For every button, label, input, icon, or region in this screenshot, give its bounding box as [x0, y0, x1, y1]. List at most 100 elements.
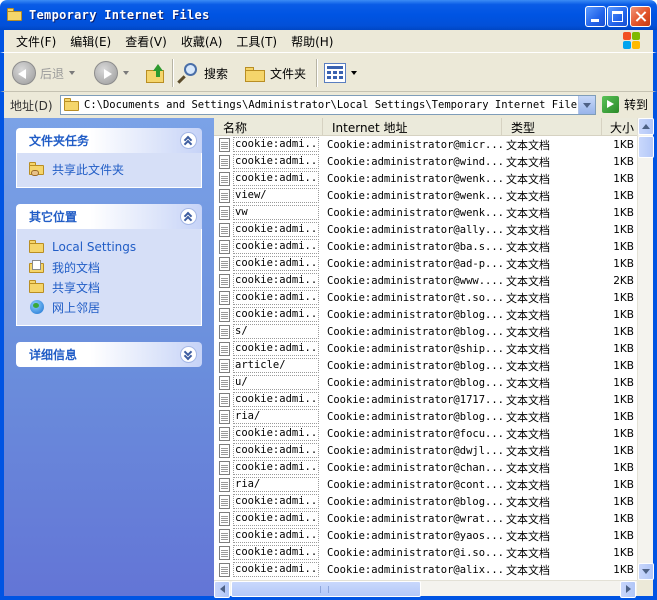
file-row[interactable]: cookie:admi... Cookie:administrator@blog.… [214, 306, 637, 323]
file-row[interactable]: cookie:admi... Cookie:administrator@ba.s.… [214, 238, 637, 255]
place-network[interactable]: 网上邻居 [17, 297, 201, 317]
file-row[interactable]: cookie:admi... Cookie:administrator@micr.… [214, 136, 637, 153]
file-row[interactable]: cookie:admi... Cookie:administrator@wind.… [214, 153, 637, 170]
file-row[interactable]: cookie:admi... Cookie:administrator@i.so.… [214, 544, 637, 561]
file-row[interactable]: view/Cookie:administrator@wenk... 文本文档 1KB [214, 187, 637, 204]
file-row[interactable]: cookie:admi... Cookie:administrator@focu.… [214, 425, 637, 442]
file-list[interactable]: 名称 Internet 地址 类型 大小 cookie:admi... Cooki… [214, 118, 654, 598]
address-dropdown-button[interactable] [578, 96, 595, 114]
collapse-button[interactable] [180, 208, 197, 225]
folders-button[interactable]: 文件夹 [244, 59, 306, 87]
file-address: Cookie:administrator@blog... [327, 495, 502, 508]
file-row[interactable]: cookie:admi... Cookie:administrator@ad-p.… [214, 255, 637, 272]
file-row[interactable]: cookie:admi... Cookie:administrator@www..… [214, 272, 637, 289]
file-row[interactable]: cookie:admi... Cookie:administrator@ship.… [214, 340, 637, 357]
file-name-cell: cookie:admi... [214, 562, 323, 577]
expand-button[interactable] [180, 346, 197, 363]
maximize-button[interactable] [607, 6, 628, 27]
place-label: Local Settings [52, 240, 137, 254]
title-bar[interactable]: Temporary Internet Files [0, 0, 657, 30]
place-my-documents[interactable]: 我的文档 [17, 257, 201, 277]
file-name: ria/ [233, 477, 319, 492]
file-row[interactable]: ria/Cookie:administrator@cont... 文本文档 1KB [214, 476, 637, 493]
file-name: vw [233, 205, 319, 220]
file-name-cell: cookie:admi... [214, 171, 323, 186]
file-row[interactable]: cookie:admi... Cookie:administrator@blog.… [214, 493, 637, 510]
address-input[interactable]: C:\Documents and Settings\Administrator\… [60, 95, 596, 115]
folders-icon [244, 62, 266, 84]
file-row[interactable]: cookie:admi... Cookie:administrator@dwjl.… [214, 442, 637, 459]
file-row[interactable]: cookie:admi... Cookie:administrator@wenk.… [214, 170, 637, 187]
file-type: 文本文档 [506, 563, 550, 577]
column-header: 名称 Internet 地址 类型 大小 [214, 118, 637, 136]
scroll-down-button[interactable] [638, 563, 654, 580]
back-button[interactable]: 后退 [12, 59, 76, 87]
menu-tools[interactable]: 工具(T) [230, 33, 283, 50]
place-local-settings[interactable]: Local Settings [17, 237, 201, 257]
column-type[interactable]: 类型 [502, 118, 602, 136]
close-button[interactable] [630, 6, 651, 27]
file-type: 文本文档 [506, 291, 550, 305]
file-name-cell: cookie:admi... [214, 443, 323, 458]
file-type: 文本文档 [506, 461, 550, 475]
file-name-cell: s/ [214, 324, 323, 339]
file-type: 文本文档 [506, 376, 550, 390]
file-size: 1KB [613, 325, 634, 338]
column-name[interactable]: 名称 [214, 118, 323, 136]
minimize-button[interactable] [585, 6, 606, 27]
text-document-icon [219, 307, 230, 322]
task-share-folder[interactable]: 共享此文件夹 [17, 159, 201, 179]
file-type: 文本文档 [506, 546, 550, 560]
file-row[interactable]: u/Cookie:administrator@blog... 文本文档 1KB [214, 374, 637, 391]
file-row[interactable]: cookie:admi... Cookie:administrator@alix.… [214, 561, 637, 578]
vertical-scrollbar[interactable] [637, 118, 654, 580]
go-button[interactable]: 转到 [602, 96, 648, 113]
file-row[interactable]: cookie:admi... Cookie:administrator@wrat.… [214, 510, 637, 527]
menu-edit[interactable]: 编辑(E) [64, 33, 117, 50]
file-row[interactable]: article/Cookie:administrator@blog... 文本文档… [214, 357, 637, 374]
file-row[interactable]: cookie:admi... Cookie:administrator@yaos.… [214, 527, 637, 544]
forward-button[interactable] [94, 59, 129, 87]
file-row[interactable]: cookie:admi... Cookie:administrator@t.so.… [214, 289, 637, 306]
details-header[interactable]: 详细信息 [16, 342, 202, 367]
place-shared-documents[interactable]: 共享文档 [17, 277, 201, 297]
file-row[interactable]: vw Cookie:administrator@wenk... 文本文档 1KB [214, 204, 637, 221]
file-address: Cookie:administrator@cont... [327, 478, 502, 491]
scroll-left-button[interactable] [214, 581, 230, 598]
text-document-icon [219, 171, 230, 186]
back-dropdown-icon [69, 71, 76, 75]
menu-view[interactable]: 查看(V) [119, 33, 173, 50]
scroll-right-button[interactable] [620, 581, 636, 598]
other-places-header[interactable]: 其它位置 [16, 204, 202, 229]
file-row[interactable]: cookie:admi... Cookie:administrator@chan.… [214, 459, 637, 476]
file-name: u/ [233, 375, 319, 390]
file-row[interactable]: cookie:admi... Cookie:administrator@1717.… [214, 391, 637, 408]
file-row[interactable]: s/Cookie:administrator@blog... 文本文档 1KB [214, 323, 637, 340]
file-size: 1KB [613, 495, 634, 508]
file-tasks-header[interactable]: 文件夹任务 [16, 128, 202, 153]
text-document-icon [219, 545, 230, 560]
horizontal-scroll-thumb[interactable] [231, 581, 421, 597]
file-size: 1KB [613, 172, 634, 185]
file-address: Cookie:administrator@blog... [327, 308, 502, 321]
column-address[interactable]: Internet 地址 [323, 118, 502, 136]
file-row[interactable]: cookie:admi... Cookie:administrator@ally.… [214, 221, 637, 238]
views-button[interactable] [324, 59, 357, 87]
menu-help[interactable]: 帮助(H) [285, 33, 339, 50]
menu-favorites[interactable]: 收藏(A) [175, 33, 229, 50]
menu-file[interactable]: 文件(F) [10, 33, 62, 50]
file-row[interactable]: ria/Cookie:administrator@blog... 文本文档 1KB [214, 408, 637, 425]
collapse-button[interactable] [180, 132, 197, 149]
horizontal-scrollbar[interactable] [214, 580, 637, 598]
folders-label: 文件夹 [270, 66, 307, 81]
file-size: 1KB [613, 223, 634, 236]
file-size: 1KB [613, 529, 634, 542]
place-label: 我的文档 [52, 260, 101, 275]
up-folder-button[interactable] [144, 59, 166, 87]
maximize-icon [612, 11, 623, 22]
column-size[interactable]: 大小 [602, 118, 637, 136]
vertical-scroll-thumb[interactable] [638, 136, 654, 158]
search-button[interactable]: 搜索 [177, 59, 228, 87]
scroll-up-button[interactable] [638, 118, 654, 135]
file-name-cell: cookie:admi... [214, 256, 323, 271]
